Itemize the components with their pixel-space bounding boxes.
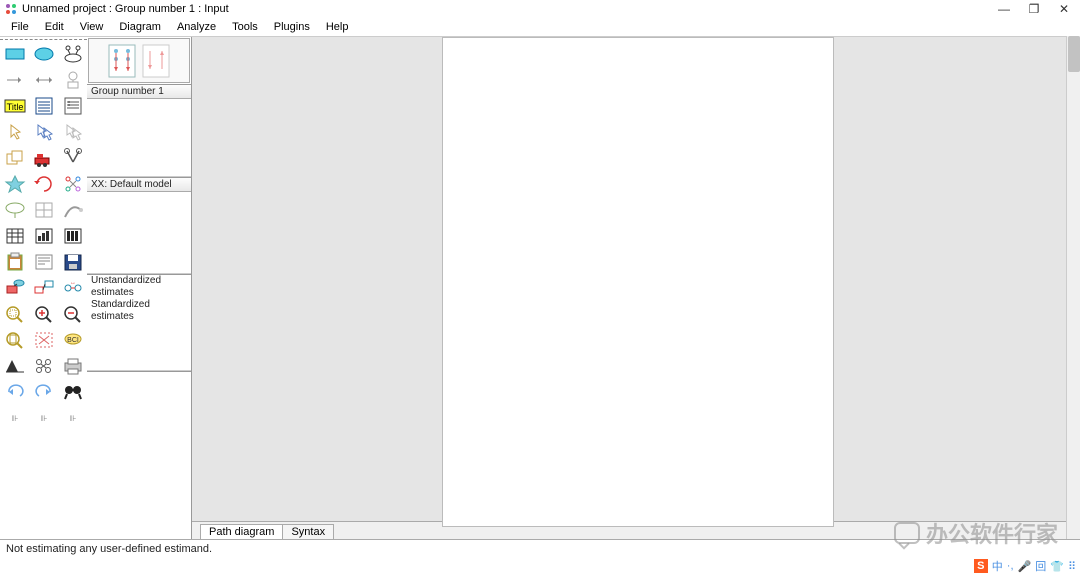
- save-icon[interactable]: [58, 249, 87, 275]
- select-all-icon[interactable]: [29, 119, 58, 145]
- ime-mic-icon[interactable]: 🎤: [1018, 560, 1032, 573]
- ime-sogou-icon[interactable]: S: [974, 559, 988, 573]
- wechat-icon: [894, 522, 920, 544]
- erase-icon[interactable]: [58, 145, 87, 171]
- add-unique-variable-icon[interactable]: [58, 67, 87, 93]
- small-nav-3-icon[interactable]: ⊪: [58, 405, 87, 431]
- svg-text:↔: ↔: [70, 280, 76, 286]
- multiple-group-icon[interactable]: [29, 353, 58, 379]
- bayesian-icon[interactable]: [0, 353, 29, 379]
- menu-file[interactable]: File: [4, 19, 36, 35]
- extra-panel: [87, 371, 191, 468]
- draw-latent-ellipse-icon[interactable]: [29, 41, 58, 67]
- menu-plugins[interactable]: Plugins: [267, 19, 317, 35]
- workspace: Title: [0, 36, 1080, 539]
- svg-text:Title: Title: [6, 102, 23, 112]
- groups-panel: Group number 1: [87, 84, 191, 177]
- menu-bar: File Edit View Diagram Analyze Tools Plu…: [0, 18, 1080, 36]
- side-panels: Group number 1 XX: Default model Unstand…: [87, 37, 192, 539]
- drag-properties-icon[interactable]: [29, 275, 58, 301]
- move-parameter-icon[interactable]: [0, 197, 29, 223]
- small-nav-2-icon[interactable]: ⊪: [29, 405, 58, 431]
- menu-edit[interactable]: Edit: [38, 19, 71, 35]
- zoom-select-icon[interactable]: [0, 301, 29, 327]
- view-text-icon[interactable]: [29, 249, 58, 275]
- undo-icon[interactable]: [0, 379, 29, 405]
- preserve-symmetries-icon[interactable]: ↔: [58, 275, 87, 301]
- move-object-icon[interactable]: [29, 145, 58, 171]
- tab-path-diagram[interactable]: Path diagram: [200, 524, 283, 539]
- small-nav-1-icon[interactable]: ⊪: [0, 405, 29, 431]
- print-icon[interactable]: [58, 353, 87, 379]
- rotate-icon[interactable]: [29, 171, 58, 197]
- svg-text:⊪: ⊪: [11, 414, 18, 423]
- select-one-icon[interactable]: [0, 119, 29, 145]
- draw-observed-rect-icon[interactable]: [0, 41, 29, 67]
- svg-text:⊪: ⊪: [69, 414, 76, 423]
- status-text: Not estimating any user-defined estimand…: [6, 543, 212, 555]
- estimates-item-unstd[interactable]: Unstandardized estimates: [87, 275, 191, 299]
- estimates-panel: Unstandardized estimates Standardized es…: [87, 274, 191, 371]
- app-icon: [4, 2, 18, 16]
- ime-keyboard-icon[interactable]: 回: [1035, 558, 1046, 574]
- deselect-all-icon[interactable]: [58, 119, 87, 145]
- window-controls: — ❐ ✕: [998, 3, 1076, 15]
- canvas-area: Path diagram Syntax: [192, 37, 1080, 539]
- shape-object-icon[interactable]: [0, 171, 29, 197]
- watermark-text: 办公软件行家: [926, 517, 1058, 549]
- draw-path-arrow-icon[interactable]: [0, 67, 29, 93]
- loupe-icon[interactable]: BCI: [58, 327, 87, 353]
- menu-tools[interactable]: Tools: [225, 19, 265, 35]
- draw-covariance-arrow-icon[interactable]: [29, 67, 58, 93]
- object-properties-icon[interactable]: [0, 275, 29, 301]
- touch-up-icon[interactable]: [58, 197, 87, 223]
- estimates-item-std[interactable]: Standardized estimates: [87, 299, 191, 323]
- redo-icon[interactable]: [29, 379, 58, 405]
- data-files-icon[interactable]: [0, 223, 29, 249]
- list-model-variables-icon[interactable]: [58, 93, 87, 119]
- zoom-out-icon[interactable]: [58, 301, 87, 327]
- ime-toolbox-icon[interactable]: ⠿: [1068, 560, 1076, 573]
- svg-text:⊪: ⊪: [40, 414, 47, 423]
- close-button[interactable]: ✕: [1058, 3, 1070, 15]
- ime-punct-icon[interactable]: ·,: [1007, 560, 1014, 572]
- toolbox: Title: [0, 37, 87, 539]
- tab-syntax[interactable]: Syntax: [282, 524, 334, 539]
- diagram-page[interactable]: [442, 37, 834, 527]
- ime-tray: S 中 ·, 🎤 回 👕 ⠿: [974, 557, 1080, 575]
- scroll-icon[interactable]: [29, 197, 58, 223]
- reflect-icon[interactable]: [58, 171, 87, 197]
- calculate-estimates-icon[interactable]: [58, 223, 87, 249]
- title-tool-icon[interactable]: Title: [0, 93, 29, 119]
- title-bar: Unnamed project : Group number 1 : Input…: [0, 0, 1080, 18]
- duplicate-icon[interactable]: [0, 145, 29, 171]
- zoom-in-icon[interactable]: [29, 301, 58, 327]
- models-panel-head[interactable]: XX: Default model: [87, 178, 191, 192]
- models-panel: XX: Default model: [87, 177, 191, 274]
- svg-text:BCI: BCI: [67, 337, 79, 344]
- ime-skin-icon[interactable]: 👕: [1050, 560, 1064, 573]
- vertical-scrollbar[interactable]: [1066, 36, 1080, 539]
- fit-page-icon[interactable]: [29, 327, 58, 353]
- draw-indicator-icon[interactable]: [58, 41, 87, 67]
- maximize-button[interactable]: ❐: [1028, 3, 1040, 15]
- model-view-toggle[interactable]: [88, 38, 190, 83]
- specification-search-icon[interactable]: [58, 379, 87, 405]
- menu-diagram[interactable]: Diagram: [112, 19, 168, 35]
- minimize-button[interactable]: —: [998, 3, 1010, 15]
- ime-lang-icon[interactable]: 中: [992, 558, 1003, 574]
- window-title: Unnamed project : Group number 1 : Input: [22, 3, 998, 15]
- menu-help[interactable]: Help: [319, 19, 356, 35]
- list-variables-icon[interactable]: [29, 93, 58, 119]
- copy-clipboard-icon[interactable]: [0, 249, 29, 275]
- analysis-properties-icon[interactable]: [29, 223, 58, 249]
- menu-view[interactable]: View: [73, 19, 111, 35]
- show-page-icon[interactable]: [0, 327, 29, 353]
- watermark: 办公软件行家: [894, 517, 1058, 549]
- groups-panel-head[interactable]: Group number 1: [87, 85, 191, 99]
- diagram-canvas[interactable]: [192, 37, 1080, 521]
- scrollbar-thumb[interactable]: [1068, 36, 1080, 72]
- menu-analyze[interactable]: Analyze: [170, 19, 223, 35]
